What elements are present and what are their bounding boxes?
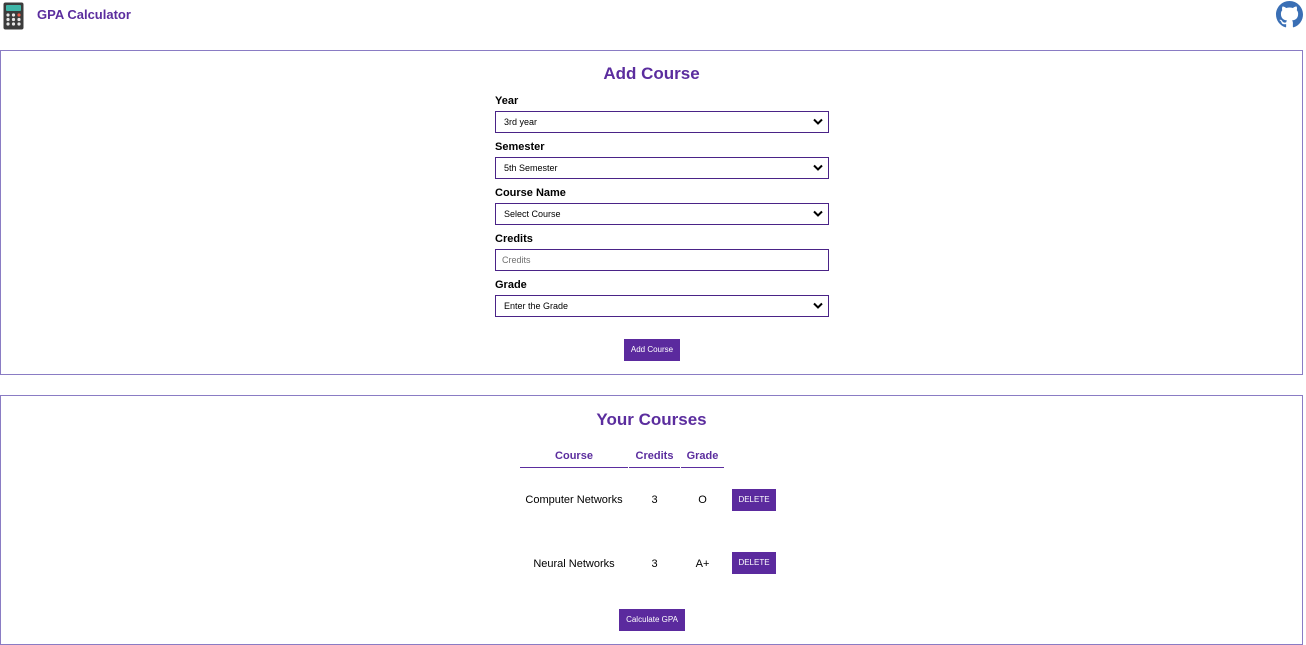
grade-cell: A+ — [695, 558, 710, 570]
course-name-cell: Computer Networks — [525, 494, 623, 506]
credits-input-placeholder: Credits — [502, 255, 531, 265]
column-header-grade: Grade — [681, 450, 724, 468]
column-header-credits: Credits — [629, 450, 680, 468]
chevron-down-icon — [813, 118, 823, 125]
chevron-down-icon — [813, 210, 823, 217]
course-name-cell: Neural Networks — [533, 558, 615, 570]
credits-input[interactable]: Credits — [495, 249, 829, 271]
grade-cell: O — [698, 494, 707, 506]
your-courses-card: Your Courses Course Credits Grade Comput… — [0, 395, 1303, 645]
grade-select[interactable]: Enter the Grade — [495, 295, 829, 317]
chevron-down-icon — [813, 164, 823, 171]
year-label: Year — [495, 95, 519, 107]
add-course-card: Add Course Year 3rd year Semester 5th Se… — [0, 50, 1303, 375]
year-select-value: 3rd year — [504, 117, 538, 127]
semester-select-value: 5th Semester — [504, 163, 558, 173]
grade-select-value: Enter the Grade — [504, 301, 569, 311]
credits-label: Credits — [495, 233, 533, 245]
chevron-down-icon — [813, 302, 823, 309]
semester-label: Semester — [495, 141, 545, 153]
grade-label: Grade — [495, 279, 527, 291]
semester-select[interactable]: 5th Semester — [495, 157, 829, 179]
your-courses-title: Your Courses — [596, 410, 707, 429]
delete-button[interactable]: DELETE — [732, 489, 776, 511]
app-title: GPA Calculator — [37, 7, 131, 22]
calculate-gpa-button[interactable]: Calculate GPA — [619, 609, 685, 631]
add-course-title: Add Course — [603, 64, 700, 83]
course-name-label: Course Name — [495, 187, 566, 199]
delete-button[interactable]: DELETE — [732, 552, 776, 574]
top-bar: GPA Calculator — [0, 0, 1306, 32]
credits-cell: 3 — [651, 558, 658, 570]
course-name-select-value: Select Course — [504, 209, 561, 219]
year-select[interactable]: 3rd year — [495, 111, 829, 133]
add-course-button[interactable]: Add Course — [624, 339, 680, 361]
credits-cell: 3 — [651, 494, 658, 506]
course-name-select[interactable]: Select Course — [495, 203, 829, 225]
github-icon[interactable] — [1276, 1, 1303, 28]
column-header-course: Course — [520, 450, 628, 468]
calculator-icon[interactable] — [3, 2, 24, 30]
